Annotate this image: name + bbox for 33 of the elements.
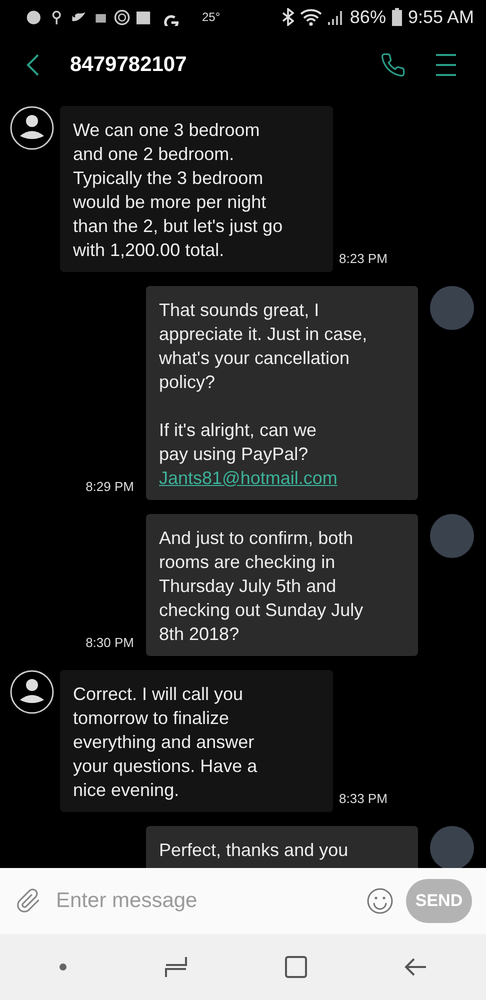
home-icon[interactable]: [284, 956, 306, 978]
message-time: 8:30 PM: [86, 635, 134, 650]
clock-time: 9:55 AM: [408, 6, 474, 28]
message-text: And just to confirm, both rooms are checking in Thursday July 5th and checking out Sunday July 8th 2018?: [159, 527, 364, 646]
bluetooth-icon: [282, 8, 294, 26]
message-text: That sounds great, I appreciate it. Just in case, what's your cancellation policy? If it's alright, can we pay using PayPal?: [159, 299, 368, 466]
emoji-icon[interactable]: [366, 887, 394, 915]
message-input[interactable]: Enter message: [54, 888, 354, 914]
message-time: 8:33 PM: [339, 791, 388, 806]
attach-icon[interactable]: [16, 887, 42, 915]
photo-placeholder: [430, 826, 474, 868]
recent-apps-icon[interactable]: [164, 955, 188, 979]
wifi-icon: [300, 8, 322, 26]
email-link[interactable]: Jants81@hotmail.com: [159, 466, 404, 490]
message-text: Correct. I will call you tomorrow to finalize everything and answer your questions. Have a nice evening.: [73, 683, 258, 802]
message-time: 8:29 PM: [86, 479, 134, 494]
message-text: We can one 3 bedroom and one 2 bedroom. Typically the 3 bedroom would be more per night than the 2, but let's just go with 1,200.00 total.: [73, 119, 284, 262]
photo-placeholder: [430, 514, 474, 558]
contact-title: 8479782107: [70, 53, 188, 77]
message-text: Perfect, thanks and you: [159, 839, 350, 862]
back-icon[interactable]: [26, 53, 40, 77]
signal-icon: [328, 9, 344, 25]
phone-icon[interactable]: [380, 52, 406, 78]
battery-icon: [392, 8, 402, 26]
dot-icon[interactable]: [58, 963, 66, 971]
photo-placeholder: [430, 286, 474, 330]
person-avatar-icon: [10, 670, 54, 714]
temperature-text: 25°: [202, 10, 220, 24]
menu-icon[interactable]: [436, 54, 456, 76]
message-time: 8:23 PM: [339, 251, 388, 266]
person-avatar-icon: [10, 106, 54, 150]
back-arrow-icon[interactable]: [404, 957, 428, 977]
battery-percent: 86%: [350, 6, 386, 28]
